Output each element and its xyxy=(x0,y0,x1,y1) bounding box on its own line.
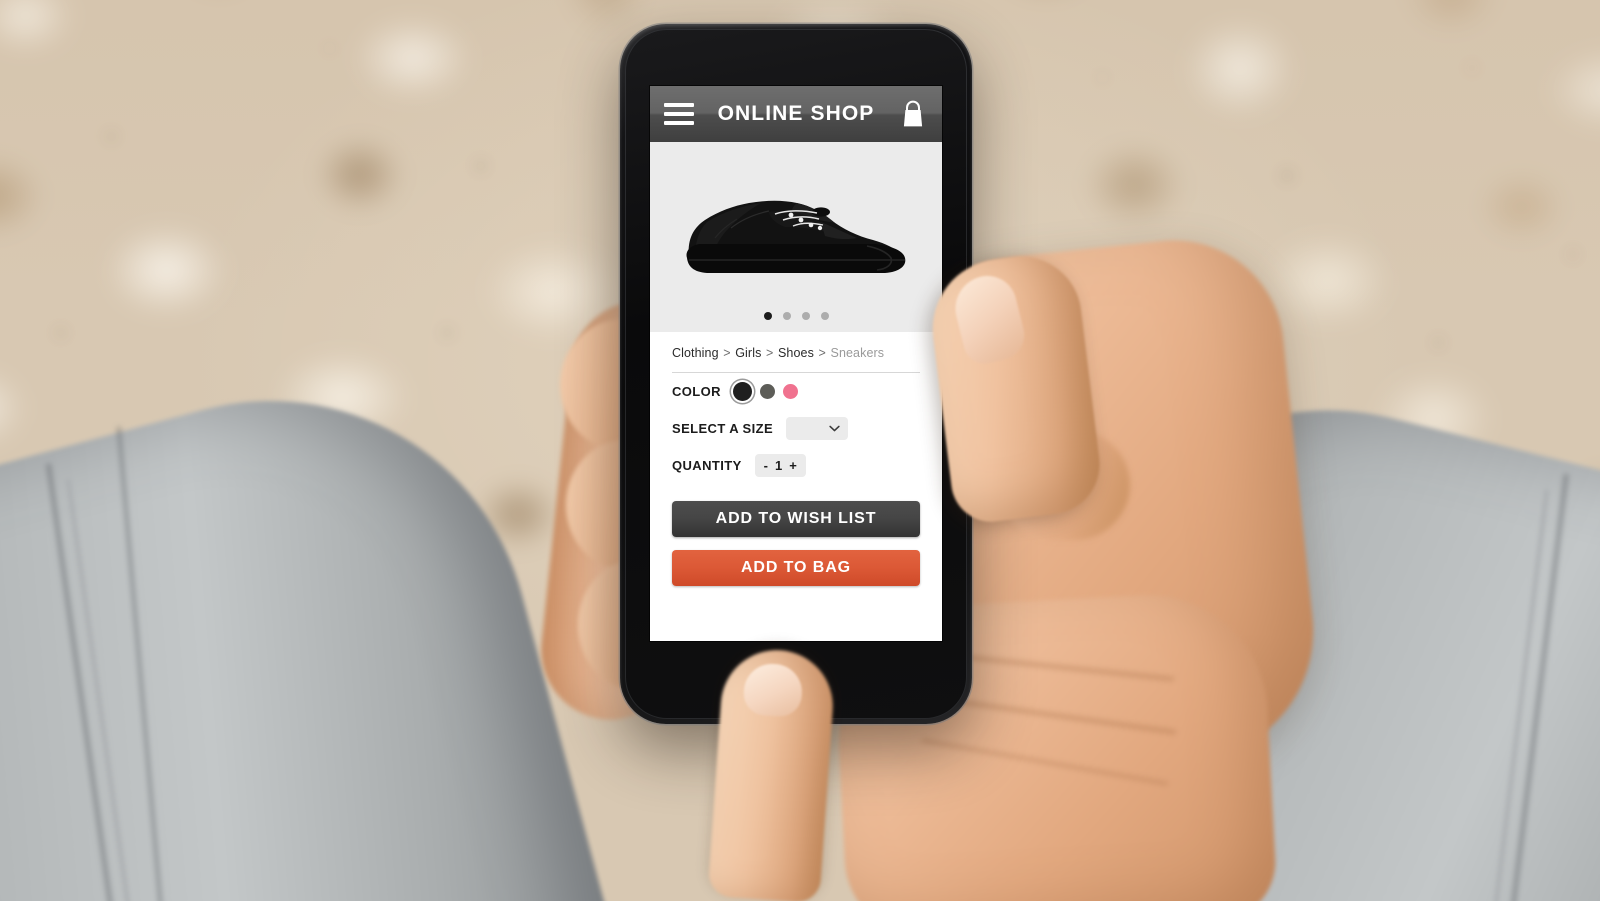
chevron-down-icon xyxy=(829,425,840,432)
quantity-label: QUANTITY xyxy=(672,458,742,473)
color-swatch-gray[interactable] xyxy=(759,384,775,399)
scene: ONLINE SHOP Clothing > Girls > Shoes > S… xyxy=(0,0,1600,901)
action-buttons: ADD TO WISH LIST ADD TO BAG xyxy=(650,484,942,586)
carousel-dot-1[interactable] xyxy=(763,312,772,320)
breadcrumb-separator: > xyxy=(818,346,826,360)
color-swatches xyxy=(732,382,798,401)
quantity-increment-button[interactable]: + xyxy=(789,458,797,473)
breadcrumb-item-clothing[interactable]: Clothing xyxy=(672,346,719,360)
add-to-wish-list-button[interactable]: ADD TO WISH LIST xyxy=(672,501,920,537)
quantity-stepper[interactable]: - 1 + xyxy=(754,454,806,477)
product-details: Clothing > Girls > Shoes > Sneakers COLO… xyxy=(650,332,942,484)
app-title: ONLINE SHOP xyxy=(717,102,875,125)
breadcrumb-separator: > xyxy=(766,346,774,360)
breadcrumb-item-sneakers: Sneakers xyxy=(830,346,885,360)
breadcrumb-separator: > xyxy=(723,346,731,360)
carousel-dot-4[interactable] xyxy=(820,312,829,320)
size-option-row: SELECT A SIZE xyxy=(672,410,920,447)
product-image-sneaker xyxy=(686,200,906,273)
breadcrumb: Clothing > Girls > Shoes > Sneakers xyxy=(672,346,920,360)
size-label: SELECT A SIZE xyxy=(672,421,774,436)
app-bar: ONLINE SHOP xyxy=(650,86,942,142)
color-option-row: COLOR xyxy=(672,373,920,410)
add-to-bag-button[interactable]: ADD TO BAG xyxy=(672,550,920,586)
quantity-option-row: QUANTITY - 1 + xyxy=(672,447,920,484)
color-swatch-pink[interactable] xyxy=(782,384,798,399)
quantity-value: 1 xyxy=(775,458,783,473)
hamburger-menu-icon[interactable] xyxy=(664,103,694,125)
phone-screen: ONLINE SHOP Clothing > Girls > Shoes > S… xyxy=(650,86,942,641)
breadcrumb-item-girls[interactable]: Girls xyxy=(735,346,761,360)
carousel-dot-2[interactable] xyxy=(782,312,791,320)
product-image-area[interactable] xyxy=(650,142,942,332)
carousel-dot-3[interactable] xyxy=(801,312,810,320)
breadcrumb-item-shoes[interactable]: Shoes xyxy=(778,346,814,360)
carousel-dots[interactable] xyxy=(650,312,942,320)
color-swatch-black[interactable] xyxy=(732,382,752,401)
color-label: COLOR xyxy=(672,384,721,399)
smartphone-device: ONLINE SHOP Clothing > Girls > Shoes > S… xyxy=(620,24,972,724)
shopping-bag-icon[interactable] xyxy=(898,99,928,129)
size-select[interactable] xyxy=(786,417,849,440)
quantity-decrement-button[interactable]: - xyxy=(764,458,768,473)
